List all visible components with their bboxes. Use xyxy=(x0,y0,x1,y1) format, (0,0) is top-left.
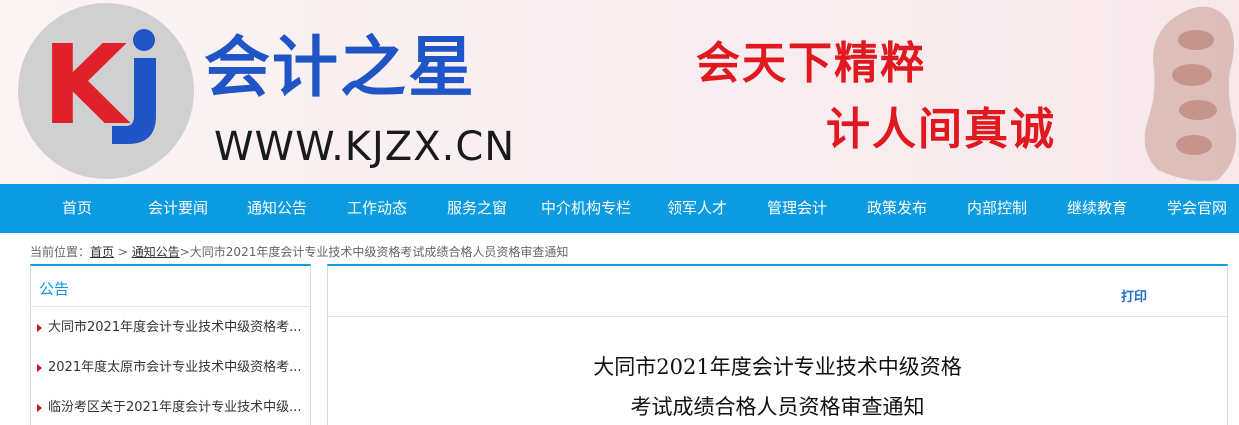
bullet-arrow-icon xyxy=(37,403,42,412)
sidebar-list-item[interactable]: 临汾考区关于2021年度会计专业技术中级... xyxy=(37,398,309,418)
sidebar-item-label: 2021年度太原市会计专业技术中级资格考... xyxy=(48,360,302,375)
nav-item-policy-release[interactable]: 政策发布 xyxy=(867,184,927,233)
print-button[interactable]: 打印 xyxy=(1121,286,1147,305)
breadcrumb-separator: > xyxy=(179,245,190,259)
nav-item-accounting-news[interactable]: 会计要闻 xyxy=(148,184,208,233)
breadcrumb-section-link[interactable]: 通知公告 xyxy=(132,245,180,259)
breadcrumb-separator: > xyxy=(114,245,132,259)
site-name: 会计之星 xyxy=(204,29,476,106)
sidebar-divider xyxy=(31,306,310,307)
nav-item-work-updates[interactable]: 工作动态 xyxy=(347,184,407,233)
nav-item-leading-talents[interactable]: 领军人才 xyxy=(667,184,727,233)
site-url: WWW.KJZX.CN xyxy=(214,124,516,170)
nav-item-internal-control[interactable]: 内部控制 xyxy=(967,184,1027,233)
nav-item-continuing-education[interactable]: 继续教育 xyxy=(1067,184,1127,233)
sidebar-list-item[interactable]: 大同市2021年度会计专业技术中级资格考... xyxy=(37,318,309,338)
breadcrumb-current: 大同市2021年度会计专业技术中级资格考试成绩合格人员资格审查通知 xyxy=(189,245,569,259)
abacus-decoration-icon xyxy=(1144,6,1237,181)
nav-item-home[interactable]: 首页 xyxy=(62,184,92,233)
breadcrumb-home-link[interactable]: 首页 xyxy=(90,245,114,259)
nav-item-service-window[interactable]: 服务之窗 xyxy=(447,184,507,233)
content-divider xyxy=(328,316,1227,317)
breadcrumb: 当前位置：首页 > 通知公告>大同市2021年度会计专业技术中级资格考试成绩合格… xyxy=(30,244,568,260)
article-panel: 打印 大同市2021年度会计专业技术中级资格 考试成绩合格人员资格审查通知 xyxy=(327,264,1228,425)
nav-item-society-site[interactable]: 学会官网 xyxy=(1167,184,1227,233)
announcement-sidebar: 公告 大同市2021年度会计专业技术中级资格考... 2021年度太原市会计专业… xyxy=(30,264,311,425)
slogan-line-2: 计人间真诚 xyxy=(826,104,1056,155)
site-header: K 会计之星 WWW.KJZX.CN 会天下精粹 计人间真诚 xyxy=(0,0,1239,184)
nav-item-agency-column[interactable]: 中介机构专栏 xyxy=(541,184,631,233)
sidebar-title: 公告 xyxy=(39,280,70,298)
article-title-line-1: 大同市2021年度会计专业技术中级资格 xyxy=(593,355,962,379)
sidebar-item-label: 大同市2021年度会计专业技术中级资格考... xyxy=(48,320,302,335)
nav-item-notices[interactable]: 通知公告 xyxy=(247,184,307,233)
bullet-arrow-icon xyxy=(37,323,42,332)
sidebar-item-label: 临汾考区关于2021年度会计专业技术中级... xyxy=(48,400,302,415)
article-title-line-2: 考试成绩合格人员资格审查通知 xyxy=(630,395,925,419)
slogan-line-1: 会天下精粹 xyxy=(696,38,926,89)
kj-logo-icon xyxy=(112,29,156,144)
sidebar-list-item[interactable]: 2021年度太原市会计专业技术中级资格考... xyxy=(37,358,309,378)
main-nav: 首页 会计要闻 通知公告 工作动态 服务之窗 中介机构专栏 领军人才 管理会计 … xyxy=(0,184,1239,233)
bullet-arrow-icon xyxy=(37,363,42,372)
breadcrumb-prefix: 当前位置： xyxy=(30,245,91,259)
nav-item-management-accounting[interactable]: 管理会计 xyxy=(767,184,827,233)
